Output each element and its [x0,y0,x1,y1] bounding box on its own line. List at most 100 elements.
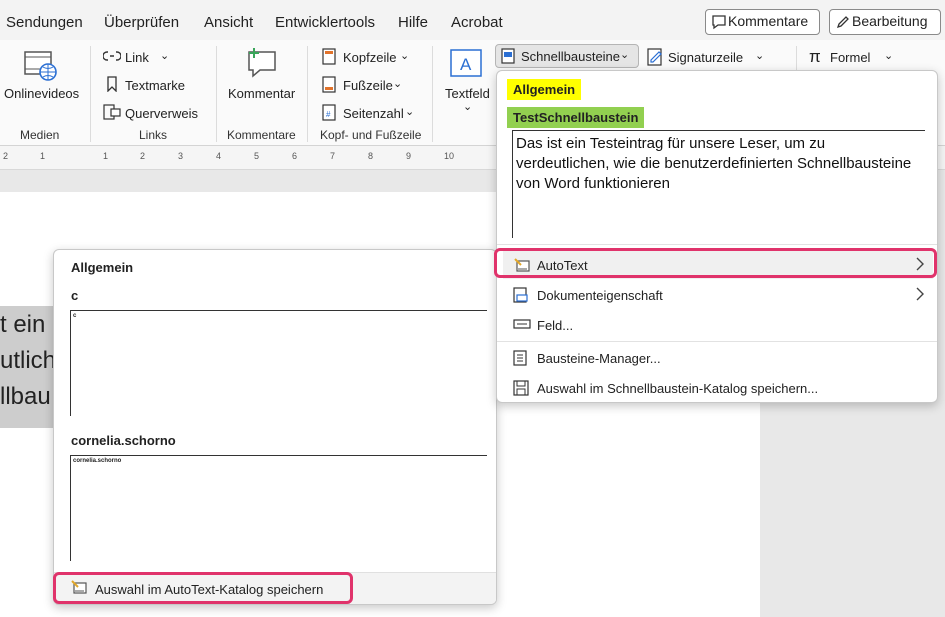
formel-button[interactable]: Formel [830,50,870,65]
editing-mode-button[interactable]: Bearbeitung [829,9,941,35]
autotext-icon [513,257,531,276]
group-divider [307,46,308,142]
category-testschnellbaustein: TestSchnellbaustein [507,107,645,128]
chevron-down-icon[interactable]: ⌄ [755,49,764,62]
fusszeile-button[interactable]: Fußzeile [343,78,393,93]
menu-item-feld[interactable]: Feld... [503,311,933,339]
autotext-entry-name[interactable]: cornelia.schorno [71,433,176,448]
kopfzeile-button[interactable]: Kopfzeile [343,50,396,65]
autotext-gallery: Allgemein c c cornelia.schorno cornelia.… [53,249,497,605]
building-blocks-organizer-icon [513,350,529,369]
ruler-tick: 5 [254,151,260,161]
autotext-entry-name[interactable]: c [71,288,78,303]
document-text-line[interactable]: utlich [0,347,56,375]
textfeld-button[interactable]: Textfeld [445,86,490,101]
document-property-icon [513,287,529,306]
group-label-links: Links [139,128,168,142]
ribbon-tab-bar: Sendungen Überprüfen Ansicht Entwicklert… [0,0,945,40]
ruler-tick: 7 [330,151,336,161]
ruler-tick: 1 [103,151,109,161]
save-selection-icon [513,380,529,399]
tab-ansicht[interactable]: Ansicht [204,14,253,31]
menu-item-autotext[interactable]: AutoText [503,251,933,279]
group-divider [796,46,797,70]
textbox-icon[interactable]: A [449,48,483,81]
quick-part-entry-preview[interactable]: Das ist ein Testeintrag für unsere Leser… [512,130,925,238]
svg-text:#: # [326,110,331,119]
link-icon [102,49,122,66]
chevron-down-icon[interactable]: ⌄ [884,49,893,62]
ruler-tick: 2 [3,151,9,161]
autotext-preview-text: cornelia.schorno [73,458,122,464]
textmarke-button[interactable]: Textmarke [125,78,185,93]
ruler-tick: 2 [140,151,146,161]
ruler-tick: 8 [368,151,374,161]
chevron-down-icon[interactable]: ⌄ [405,105,414,118]
group-label-kommentare: Kommentare [227,128,296,142]
menu-item-bausteine-manager[interactable]: Bausteine-Manager... [503,344,933,372]
field-icon [513,317,531,334]
ruler-tick: 6 [292,151,298,161]
gallery-section-header: Allgemein [71,260,134,275]
kommentar-button[interactable]: Kommentar [228,86,295,101]
onlinevideos-button[interactable]: Onlinevideos [4,86,79,101]
group-label-medien: Medien [20,128,60,142]
ruler-tick: 4 [216,151,222,161]
link-button[interactable]: Link [125,50,149,65]
new-comment-icon[interactable] [244,46,280,83]
menu-item-label: AutoText [537,258,588,273]
bookmark-icon [105,76,119,95]
chevron-down-icon[interactable]: ⌄ [393,77,402,90]
tab-hilfe[interactable]: Hilfe [398,14,428,31]
autotext-entry-preview[interactable]: cornelia.schorno [70,455,487,561]
pencil-icon [835,14,851,33]
document-text-line[interactable]: llbau [0,383,51,411]
save-to-autotext-gallery-button[interactable]: Auswahl im AutoText-Katalog speichern [62,576,352,602]
menu-item-label: Bausteine-Manager... [537,351,661,366]
group-label-kopf-fuss: Kopf- und Fußzeile [320,128,422,142]
page-number-icon: # [322,104,336,124]
ruler-tick: 3 [178,151,184,161]
group-divider [432,46,433,142]
online-video-icon[interactable] [22,48,60,87]
document-text-line[interactable]: t ein [0,311,45,339]
group-divider [90,46,91,142]
comment-icon [711,14,727,33]
schnellbausteine-label: Schnellbausteine [521,49,621,64]
chevron-down-icon: ⌄ [620,49,630,61]
ruler-tick: 9 [406,151,412,161]
ruler-tick: 10 [444,151,455,161]
menu-item-label: Dokumenteigenschaft [537,288,663,303]
category-allgemein: Allgemein [507,79,582,100]
chevron-down-icon[interactable]: ⌄ [400,49,409,62]
menu-item-label: Feld... [537,318,574,333]
chevron-down-icon[interactable]: ⌄ [160,49,169,62]
comments-button-label: Kommentare [728,13,809,29]
header-icon [322,48,336,68]
signaturzeile-button[interactable]: Signaturzeile [668,50,743,65]
tab-acrobat[interactable]: Acrobat [451,14,503,31]
signature-line-icon [647,48,665,69]
schnellbausteine-button[interactable]: Schnellbausteine ⌄ [495,44,639,68]
svg-text:A: A [460,55,472,74]
menu-item-auswahl-speichern[interactable]: Auswahl im Schnellbaustein-Katalog speic… [503,374,933,402]
querverweis-button[interactable]: Querverweis [125,106,198,121]
autotext-entry-preview[interactable]: c [70,310,487,416]
menu-item-dokumenteigenschaft[interactable]: Dokumenteigenschaft [503,281,933,309]
save-to-autotext-label: Auswahl im AutoText-Katalog speichern [95,582,324,597]
tab-ueberpruefen[interactable]: Überprüfen [104,14,179,31]
menu-separator [497,244,937,245]
ruler-tick: 1 [40,151,46,161]
quick-part-preview-text: Das ist ein Testeintrag für unsere Leser… [516,135,912,192]
footer-icon [322,76,336,96]
cross-reference-icon [103,104,121,123]
tab-entwicklertools[interactable]: Entwicklertools [275,14,375,31]
tab-sendungen[interactable]: Sendungen [6,14,83,31]
chevron-down-icon[interactable]: ⌄ [463,100,472,113]
comments-button[interactable]: Kommentare [705,9,820,35]
group-divider [216,46,217,142]
seitenzahl-button[interactable]: Seitenzahl [343,106,404,121]
menu-separator [497,341,937,342]
quick-parts-menu: Allgemein TestSchnellbaustein Das ist ei… [496,70,938,403]
chevron-right-icon [915,287,925,304]
